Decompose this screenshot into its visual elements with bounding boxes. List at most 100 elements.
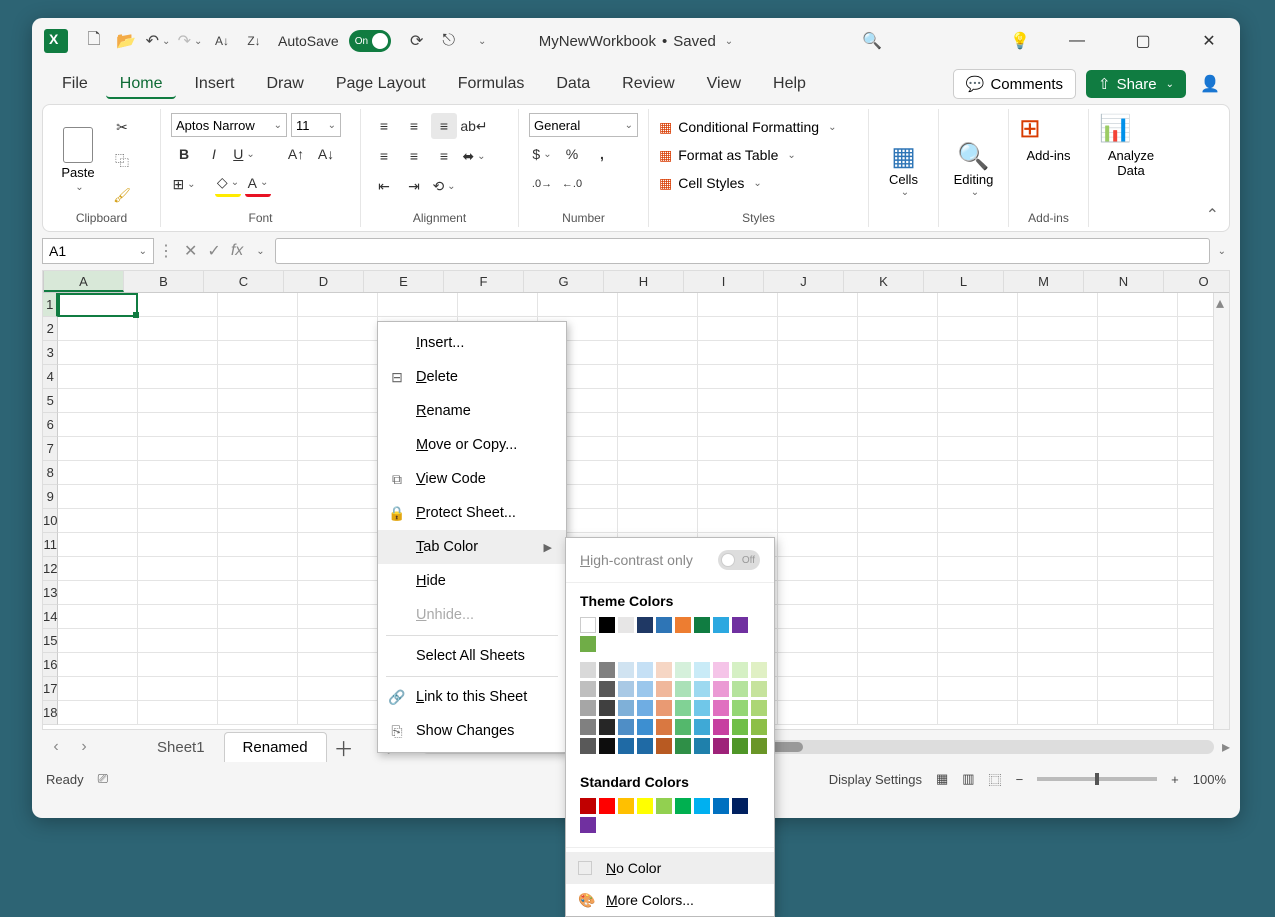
conditional-formatting-button[interactable]: ▦ Conditional Formatting ⌄	[659, 113, 858, 141]
tab-formulas[interactable]: Formulas	[444, 69, 539, 99]
color-swatch[interactable]	[713, 719, 729, 735]
color-swatch[interactable]	[599, 700, 615, 716]
row-header-15[interactable]: 15	[43, 629, 58, 653]
color-swatch[interactable]	[694, 700, 710, 716]
tab-insert[interactable]: Insert	[180, 69, 248, 99]
addins-icon[interactable]: ⊞	[1019, 113, 1078, 144]
column-header-B[interactable]: B	[124, 271, 204, 292]
align-right-icon[interactable]: ≡	[431, 143, 457, 169]
document-title[interactable]: MyNewWorkbook • Saved ⌄	[539, 33, 733, 50]
color-swatch[interactable]	[656, 719, 672, 735]
currency-icon[interactable]: $⌄	[529, 141, 555, 167]
tab-review[interactable]: Review	[608, 69, 688, 99]
fx-icon[interactable]: fx	[231, 242, 243, 260]
color-swatch[interactable]	[618, 700, 634, 716]
ctx-hide[interactable]: Hide	[378, 564, 566, 598]
format-as-table-button[interactable]: ▦ Format as Table ⌄	[659, 141, 858, 169]
sheet-nav-next-icon[interactable]: ›	[70, 733, 98, 761]
indent-right-icon[interactable]: ⇥	[401, 173, 427, 199]
high-contrast-row[interactable]: High-contrast only Off	[566, 538, 774, 583]
color-swatch[interactable]	[694, 662, 710, 678]
row-header-7[interactable]: 7	[43, 437, 58, 461]
color-swatch[interactable]	[599, 738, 615, 754]
decrease-decimal-icon[interactable]: ←.0	[559, 171, 585, 197]
row-header-6[interactable]: 6	[43, 413, 58, 437]
name-box[interactable]: A1⌄	[42, 238, 154, 264]
italic-button[interactable]: I	[201, 141, 227, 167]
color-swatch[interactable]	[732, 662, 748, 678]
color-swatch[interactable]	[599, 617, 615, 633]
shrink-font-icon[interactable]: A↓	[313, 141, 339, 167]
row-header-2[interactable]: 2	[43, 317, 58, 341]
row-header-8[interactable]: 8	[43, 461, 58, 485]
indent-left-icon[interactable]: ⇤	[371, 173, 397, 199]
column-header-O[interactable]: O	[1164, 271, 1230, 292]
row-header-9[interactable]: 9	[43, 485, 58, 509]
row-header-13[interactable]: 13	[43, 581, 58, 605]
row-header-3[interactable]: 3	[43, 341, 58, 365]
view-normal-icon[interactable]: ▦	[936, 771, 948, 787]
color-swatch[interactable]	[637, 700, 653, 716]
ctx-move-copy[interactable]: Move or Copy...	[378, 428, 566, 462]
color-swatch[interactable]	[618, 617, 634, 633]
color-swatch[interactable]	[751, 662, 767, 678]
color-swatch[interactable]	[637, 738, 653, 754]
color-swatch[interactable]	[713, 700, 729, 716]
font-size-select[interactable]: 11⌄	[291, 113, 341, 137]
align-left-icon[interactable]: ≡	[371, 143, 397, 169]
color-swatch[interactable]	[694, 617, 710, 633]
sort-asc-icon[interactable]: A↓	[208, 27, 236, 55]
ctx-select-all-sheets[interactable]: Select All Sheets	[378, 639, 566, 673]
color-swatch[interactable]	[694, 798, 710, 814]
align-bottom-icon[interactable]: ≡	[431, 113, 457, 139]
lightbulb-icon[interactable]: 💡	[1006, 27, 1034, 55]
borders-icon[interactable]: ⊞⌄	[171, 171, 197, 197]
align-top-icon[interactable]: ≡	[371, 113, 397, 139]
color-swatch[interactable]	[599, 719, 615, 735]
format-painter-icon[interactable]: 🖌	[109, 183, 135, 207]
view-page-layout-icon[interactable]: ▥	[962, 771, 974, 787]
color-swatch[interactable]	[656, 798, 672, 814]
vertical-scrollbar[interactable]: ▴	[1213, 293, 1229, 729]
search-icon[interactable]: 🔍	[858, 27, 886, 55]
group-analyze[interactable]: 📊 Analyze Data	[1089, 109, 1173, 227]
color-swatch[interactable]	[580, 636, 596, 652]
row-header-5[interactable]: 5	[43, 389, 58, 413]
column-header-L[interactable]: L	[924, 271, 1004, 292]
column-header-K[interactable]: K	[844, 271, 924, 292]
color-swatch[interactable]	[675, 719, 691, 735]
copy-icon[interactable]: ⿻	[109, 149, 135, 173]
color-swatch[interactable]	[656, 738, 672, 754]
column-header-E[interactable]: E	[364, 271, 444, 292]
color-swatch[interactable]	[637, 681, 653, 697]
color-swatch[interactable]	[713, 681, 729, 697]
color-swatch[interactable]	[675, 617, 691, 633]
color-swatch[interactable]	[637, 798, 653, 814]
color-swatch[interactable]	[675, 662, 691, 678]
sort-desc-icon[interactable]: Z↓	[240, 27, 268, 55]
ctx-protect-sheet[interactable]: 🔒Protect Sheet...	[378, 496, 566, 530]
qat-more-icon[interactable]: ⌄	[467, 27, 495, 55]
color-swatch[interactable]	[580, 798, 596, 814]
percent-icon[interactable]: %	[559, 141, 585, 167]
color-swatch[interactable]	[675, 798, 691, 814]
minimize-button[interactable]: —	[1054, 25, 1100, 57]
column-header-I[interactable]: I	[684, 271, 764, 292]
wrap-text-icon[interactable]: ab↵	[461, 113, 487, 139]
sheet-tab-sheet1[interactable]: Sheet1	[138, 732, 224, 763]
sheet-nav-prev-icon[interactable]: ‹	[42, 733, 70, 761]
color-swatch[interactable]	[580, 738, 596, 754]
color-swatch[interactable]	[732, 700, 748, 716]
column-header-G[interactable]: G	[524, 271, 604, 292]
color-swatch[interactable]	[675, 738, 691, 754]
tab-home[interactable]: Home	[106, 69, 177, 99]
increase-decimal-icon[interactable]: .0→	[529, 171, 555, 197]
color-swatch[interactable]	[694, 738, 710, 754]
color-swatch[interactable]	[694, 719, 710, 735]
orientation-icon[interactable]: ⟲⌄	[431, 173, 457, 199]
color-swatch[interactable]	[618, 719, 634, 735]
row-header-18[interactable]: 18	[43, 701, 58, 725]
underline-button[interactable]: U⌄	[231, 141, 257, 167]
ctx-tab-color[interactable]: Tab Color▶	[378, 530, 566, 564]
color-swatch[interactable]	[656, 617, 672, 633]
